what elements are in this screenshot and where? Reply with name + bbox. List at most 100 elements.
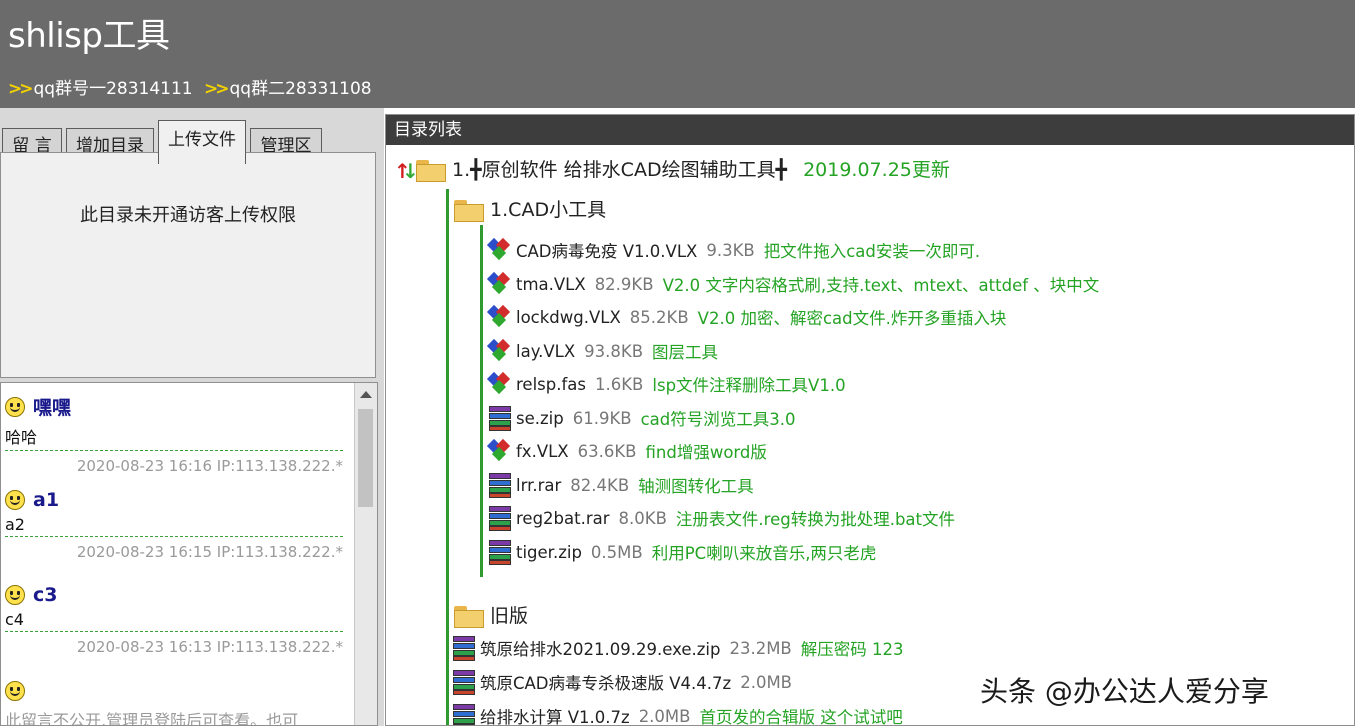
message-item: 嘿嘿 哈哈 2020-08-23 16:16 IP:113.138.222.* <box>5 393 343 475</box>
file-description: V2.0 文字内容格式刷,支持.text、mtext、attdef 、块中文 <box>662 276 1100 295</box>
site-header: shlisp工具 >> qq群号一28314111 >> qq群二28331108 <box>0 0 1355 108</box>
file-name[interactable]: tma.VLX <box>516 275 586 294</box>
scroll-up-arrow-icon[interactable] <box>360 391 372 398</box>
file-name[interactable]: lockdwg.VLX <box>516 308 621 327</box>
old-version-folder-row[interactable]: 旧版 <box>454 601 528 628</box>
file-row[interactable]: 筑原CAD病毒专杀极速版 V4.4.7z 2.0MB <box>452 669 801 695</box>
message-item: c3 c4 2020-08-23 16:13 IP:113.138.222.* <box>5 584 343 656</box>
file-name[interactable]: CAD病毒免疫 V1.0.VLX <box>516 238 697 262</box>
directory-header: 目录列表 <box>386 115 1354 145</box>
archive-file-icon <box>488 505 512 531</box>
file-description: cad符号浏览工具3.0 <box>640 410 796 429</box>
tab-upload-file[interactable]: 上传文件 <box>158 120 246 164</box>
message-meta: 2020-08-23 16:16 IP:113.138.222.* <box>76 457 343 475</box>
tree-line <box>446 189 449 725</box>
move-cursor-icon: ╋ <box>775 159 788 181</box>
file-name[interactable]: lay.VLX <box>516 342 575 361</box>
message-item-hidden: 此留言不公开,管理员登陆后可查看。也可 <box>5 681 343 725</box>
file-size: 9.3KB <box>706 240 755 260</box>
file-row[interactable]: se.zip 61.9KB cad符号浏览工具3.0 <box>488 405 796 431</box>
vlx-file-icon <box>486 271 512 297</box>
message-author-name: c3 <box>33 584 58 606</box>
message-author <box>5 681 343 701</box>
cad-tools-folder-row[interactable]: 1.CAD小工具 <box>454 195 606 222</box>
root-update-date: 2019.07.25更新 <box>803 159 950 181</box>
file-name[interactable]: 筑原CAD病毒专杀极速版 V4.4.7z <box>480 670 731 694</box>
root-folder-label: 原创软件 给排水CAD绘图辅助工具 <box>481 159 776 181</box>
file-size: 85.2KB <box>629 307 689 327</box>
archive-file-icon <box>488 539 512 565</box>
qq-group-1-link[interactable]: >> qq群号一28314111 <box>8 79 193 99</box>
file-name[interactable]: fx.VLX <box>516 442 569 461</box>
file-row[interactable]: lay.VLX 93.8KB 图层工具 <box>486 338 719 364</box>
file-name[interactable]: tiger.zip <box>516 543 582 562</box>
message-board: 嘿嘿 哈哈 2020-08-23 16:16 IP:113.138.222.* … <box>0 382 378 726</box>
archive-file-icon <box>488 405 512 431</box>
message-author-name: 嘿嘿 <box>33 397 72 419</box>
file-description: 首页发的合辑版 这个试试吧 <box>699 708 903 726</box>
file-description: 利用PC喇叭来放音乐,两只老虎 <box>651 544 877 563</box>
file-description: 把文件拖入cad安装一次即可. <box>763 242 981 261</box>
file-row[interactable]: 筑原给排水2021.09.29.exe.zip 23.2MB 解压密码 123 <box>452 635 904 661</box>
file-row[interactable]: CAD病毒免疫 V1.0.VLX 9.3KB 把文件拖入cad安装一次即可. <box>486 237 981 263</box>
message-scrollbar[interactable] <box>354 383 377 725</box>
double-arrow-icon: >> <box>204 79 229 99</box>
file-description: 注册表文件.reg转换为批处理.bat文件 <box>675 510 956 529</box>
file-size: 1.6KB <box>595 374 644 394</box>
file-row[interactable]: tiger.zip 0.5MB 利用PC喇叭来放音乐,两只老虎 <box>488 539 876 565</box>
file-name[interactable]: relsp.fas <box>516 375 586 394</box>
file-size: 23.2MB <box>729 638 792 658</box>
file-name[interactable]: 给排水计算 V1.0.7z <box>480 704 630 725</box>
file-description: V2.0 加密、解密cad文件.炸开多重插入块 <box>697 309 1007 328</box>
message-text: c4 <box>5 610 343 632</box>
archive-file-icon <box>452 703 476 725</box>
cad-tools-folder-label: 1.CAD小工具 <box>490 199 607 221</box>
message-author-name: a1 <box>33 489 60 511</box>
double-arrow-icon: >> <box>8 79 33 99</box>
qq-group-1-label: qq群号一28314111 <box>33 79 193 99</box>
qq-group-2-link[interactable]: >> qq群二28331108 <box>204 79 372 99</box>
file-description: 轴测图转化工具 <box>638 477 754 496</box>
file-name[interactable]: se.zip <box>516 409 564 428</box>
archive-file-icon <box>488 472 512 498</box>
file-description: find增强word版 <box>645 443 767 462</box>
message-text: a2 <box>5 515 343 537</box>
file-size: 2.0MB <box>638 706 691 726</box>
folder-icon <box>416 159 446 182</box>
file-row[interactable]: reg2bat.rar 8.0KB 注册表文件.reg转换为批处理.bat文件 <box>488 505 955 531</box>
file-size: 82.9KB <box>594 274 654 294</box>
file-description: 图层工具 <box>652 343 719 362</box>
file-size: 61.9KB <box>572 408 632 428</box>
file-row[interactable]: relsp.fas 1.6KB lsp文件注释删除工具V1.0 <box>486 371 846 397</box>
file-size: 0.5MB <box>590 542 643 562</box>
smiley-icon <box>5 585 25 605</box>
file-row[interactable]: lockdwg.VLX 85.2KB V2.0 加密、解密cad文件.炸开多重插… <box>486 304 1007 330</box>
file-size: 93.8KB <box>584 341 644 361</box>
file-row[interactable]: lrr.rar 82.4KB 轴测图转化工具 <box>488 472 754 498</box>
message-author: 嘿嘿 <box>5 393 343 420</box>
file-row[interactable]: fx.VLX 63.6KB find增强word版 <box>486 438 767 464</box>
tree-line <box>480 225 483 577</box>
file-name[interactable]: lrr.rar <box>516 476 561 495</box>
vlx-file-icon <box>486 438 512 464</box>
directory-tree: ↑ ↓ 1.╋原创软件 给排水CAD绘图辅助工具╋ 2019.07.25更新 1.… <box>386 145 1354 725</box>
file-size: 82.4KB <box>570 475 630 495</box>
scroll-thumb[interactable] <box>358 409 373 507</box>
file-size: 2.0MB <box>740 672 792 692</box>
sort-arrows-icon[interactable]: ↑ ↓ <box>392 159 419 183</box>
file-description: 解压密码 123 <box>800 640 904 659</box>
file-row[interactable]: tma.VLX 82.9KB V2.0 文字内容格式刷,支持.text、mtex… <box>486 271 1100 297</box>
file-name[interactable]: reg2bat.rar <box>516 509 610 528</box>
qq-group-2-label: qq群二28331108 <box>229 79 372 99</box>
folder-icon <box>454 605 484 628</box>
upload-panel: 此目录未开通访客上传权限 <box>0 152 376 378</box>
vlx-file-icon <box>486 304 512 330</box>
left-column: 留 言 增加目录 上传文件 管理区 此目录未开通访客上传权限 嘿嘿 哈哈 202… <box>0 108 384 726</box>
file-size: 8.0KB <box>618 508 667 528</box>
root-folder-row[interactable]: ↑ ↓ 1.╋原创软件 给排水CAD绘图辅助工具╋ 2019.07.25更新 <box>392 155 950 183</box>
directory-panel: 目录列表 ↑ ↓ 1.╋原创软件 给排水CAD绘图辅助工具╋ 2019.07.25… <box>385 114 1355 726</box>
file-name[interactable]: 筑原给排水2021.09.29.exe.zip <box>480 636 720 660</box>
message-author: a1 <box>5 489 343 511</box>
file-row[interactable]: 给排水计算 V1.0.7z 2.0MB 首页发的合辑版 这个试试吧 <box>452 703 903 726</box>
site-title: shlisp工具 <box>8 16 170 56</box>
